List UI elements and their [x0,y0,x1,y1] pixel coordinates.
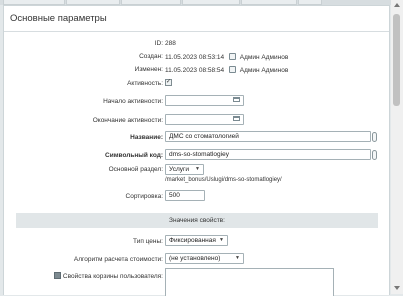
basket-label: Свойства корзины пользователя: [53,272,163,280]
chevron-down-icon: ▼ [235,255,240,261]
created-label: Создан: [139,53,163,60]
price-type-value: Фиксированная [169,237,216,244]
changed-value: 11.05.2023 08:58:54 Админ Админов [165,66,288,74]
active-from-label: Начало активности: [103,98,163,105]
scroll-down-icon[interactable] [394,286,400,290]
id-label: ID: [154,40,163,47]
user-icon [228,53,236,60]
changed-date: 11.05.2023 08:58:54 [165,67,225,74]
calendar-icon[interactable] [233,97,240,102]
algorithm-value: (не установлено) [169,255,221,262]
properties-header: Значения свойств: [16,213,378,228]
name-input[interactable]: ДМС со стоматологией [165,131,371,142]
section-select[interactable]: Услуги ▼ [165,164,204,175]
scroll-up-icon[interactable] [394,3,400,7]
changed-label: Изменен: [134,66,163,73]
page-title: Основные параметры [10,13,107,24]
calendar-icon[interactable] [233,116,240,121]
active-label: Активность: [127,80,163,87]
title-divider [4,31,389,32]
section-label: Основной раздел: [108,166,163,173]
basket-textarea[interactable] [165,268,334,296]
section-path: /market_bonus/Uslugi/dms-so-stomatlogiey… [165,177,282,183]
algorithm-select[interactable]: (не установлено) ▼ [165,253,244,264]
code-label: Символьный код: [105,152,163,159]
translit-icon[interactable] [372,150,377,160]
chevron-down-icon: ▼ [219,237,224,243]
vertical-scrollbar[interactable] [391,0,403,294]
changed-user-link[interactable]: Админ Админов [240,67,289,74]
toggle-icon[interactable] [53,272,61,279]
price-type-label: Тип цены: [133,238,163,245]
name-label: Название: [130,134,163,141]
chevron-down-icon: ▼ [195,166,200,172]
code-input[interactable]: dms-so-stomatlogiey [165,149,371,160]
id-value: 288 [165,40,176,47]
active-checkbox[interactable]: ✓ [165,79,172,86]
sort-label: Сортировка: [125,193,163,200]
created-value: 11.05.2023 08:53:14 Админ Админов [165,53,288,61]
algorithm-label: Алгоритм расчета стоимости: [73,256,163,263]
scrollbar-thumb[interactable] [393,14,400,106]
main-params-panel: Основные параметры ID: 288 Создан: 11.05… [3,5,390,296]
translit-icon[interactable] [372,132,377,142]
basket-label-text: Свойства корзины пользователя: [62,273,163,280]
active-to-label: Окончание активности: [92,117,163,124]
section-select-value: Услуги [169,166,189,173]
price-type-select[interactable]: Фиксированная ▼ [165,235,228,246]
user-icon [228,66,236,73]
checkmark-icon: ✓ [166,79,172,85]
sort-input[interactable]: 500 [165,190,205,201]
created-user-link[interactable]: Админ Админов [240,54,289,61]
created-date: 11.05.2023 08:53:14 [165,54,225,61]
